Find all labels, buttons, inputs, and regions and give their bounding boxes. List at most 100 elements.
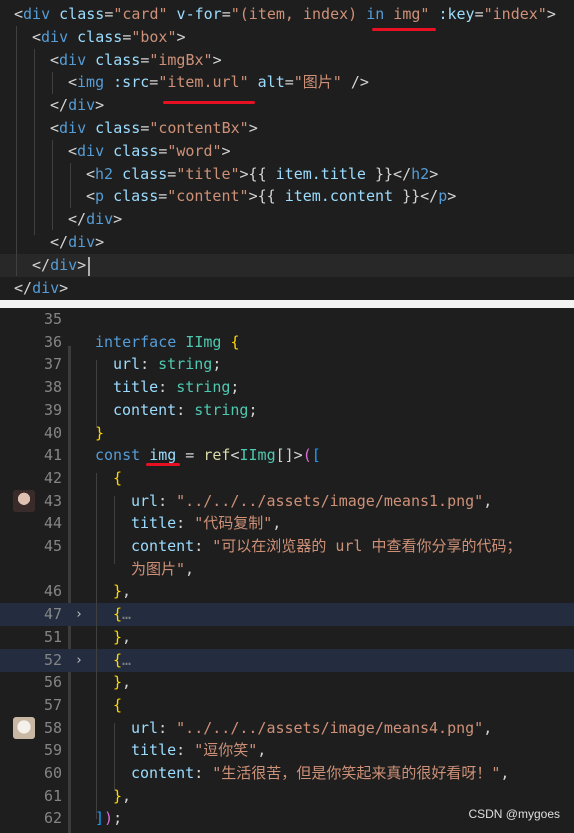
code-token: </ [50,233,69,251]
code-token: "imgBx" [149,50,213,69]
code-line[interactable]: <div class="word"> [0,140,574,163]
code-line[interactable]: 51}, [0,626,574,649]
code-line[interactable]: </div> [0,231,574,254]
code-line[interactable]: 为图片", [0,558,574,581]
code-token: const [95,446,141,465]
code-token: "word" [167,141,222,160]
code-token: h2 [95,164,114,183]
script-code-pane[interactable]: 35 36 interface IImg {37 url: string; 38 titl… [0,308,574,833]
code-token: , [122,582,132,601]
line-number: 45 [43,537,62,555]
code-line[interactable]: </div> [0,277,574,300]
code-token: = [104,5,114,23]
code-line[interactable]: 56}, [0,671,574,694]
code-token: "item.url" [158,73,249,92]
code-line[interactable]: 39 content: string; [0,399,574,422]
chevron-right-icon[interactable]: › [75,649,83,672]
collaborator-avatar[interactable] [13,490,35,512]
code-line[interactable]: <p class="content">{{ item.content }}</p… [0,185,574,208]
code-token: }}</ [393,187,439,206]
code-token: } [113,627,123,646]
code-token: class [113,164,168,183]
code-line[interactable]: 36 interface IImg { [0,331,574,354]
code-line[interactable]: 38 title: string; [0,376,574,399]
code-token: … [122,650,132,669]
code-token: v-for [167,5,222,23]
code-token: url [131,491,159,510]
code-line[interactable]: 57 { [0,694,574,717]
code-line[interactable]: 43 url: "../../../assets/image/means1.png… [0,490,574,513]
code-token: = [158,187,168,206]
code-token: ; [113,809,123,828]
code-token: < [86,187,96,206]
code-token: class [104,141,159,160]
code-token: { [113,695,123,714]
code-line[interactable]: <div class="box"> [0,26,574,49]
code-token: 为图片" [131,559,186,578]
code-token: < [50,119,60,137]
code-line[interactable]: <h2 class="title">{{ item.title }}</h2> [0,163,574,186]
code-token: >{{ [248,187,285,206]
line-number: 39 [43,400,62,419]
code-token: content [113,400,177,419]
code-line[interactable]: 42 { [0,467,574,490]
code-token: { [113,650,123,669]
indent-guide [114,723,115,791]
code-token: > [212,50,222,69]
code-token: div [77,141,105,160]
indent-guide [96,360,97,428]
red-underline-annotation [163,101,255,104]
code-token: } [113,582,123,601]
code-token: "box" [131,27,177,46]
code-line[interactable]: <div class="imgBx"> [0,49,574,72]
code-line[interactable]: <div class="contentBx"> [0,117,574,140]
code-token: : [158,718,177,737]
code-line[interactable]: 40} [0,422,574,445]
code-line[interactable]: 44 title: "代码复制", [0,512,574,535]
chevron-right-icon[interactable]: › [75,603,83,626]
code-line[interactable]: 58 url: "../../../assets/image/means4.png… [0,717,574,740]
code-token: { [113,605,123,624]
code-token: : [194,764,213,782]
code-token: "图片" [293,73,342,92]
red-underline-annotation [146,463,180,466]
code-token: < [68,73,78,92]
code-token: class [68,27,123,46]
template-code-pane[interactable]: <div class="card" v-for="(item, index) i… [0,0,574,300]
code-token: = [122,27,132,46]
code-line[interactable]: 35 [0,308,574,331]
code-line[interactable]: </div> [0,208,574,231]
code-token: > [176,27,186,46]
code-token: url [131,718,159,737]
code-token: "代码复制" [194,514,273,533]
code-token: , [122,786,132,805]
code-line[interactable]: 61}, [0,785,574,808]
code-line[interactable]: 52 › {… [0,648,574,672]
collaborator-avatar[interactable] [13,717,35,739]
code-line[interactable]: 37 url: string; [0,353,574,376]
code-line[interactable]: 41 const img = ref<IImg[]>([ [0,444,574,467]
code-token: ; [212,355,222,374]
code-line[interactable]: 46}, [0,580,574,603]
code-token: img [77,73,105,92]
code-line[interactable]: 60 content: "生活很苦，但是你笑起来真的很好看呀！", [0,762,574,785]
code-token: , [257,741,267,760]
code-line[interactable]: </div> [0,94,574,117]
code-line[interactable]: <img :src="item.url" alt="图片" /> [0,71,574,94]
indent-guide [52,140,53,230]
line-number: 60 [43,764,62,782]
red-underline-annotation [372,28,436,31]
code-token: content [131,764,195,782]
code-token: < [86,164,96,183]
code-token: : [176,741,195,760]
code-token: > [59,278,69,297]
code-line[interactable]: <div class="card" v-for="(item, index) i… [0,3,574,26]
code-line[interactable]: 45 content: "可以在浏览器的 url 中查看你分享的代码； [0,535,574,558]
code-line[interactable]: 59 title: "逗你笑", [0,739,574,762]
code-token: ; [248,400,258,419]
code-line[interactable]: </div> [0,253,574,277]
code-line[interactable]: 47 › {… [0,603,574,627]
code-token: = [221,5,231,23]
code-token: string [176,378,231,397]
text-cursor [88,257,90,276]
